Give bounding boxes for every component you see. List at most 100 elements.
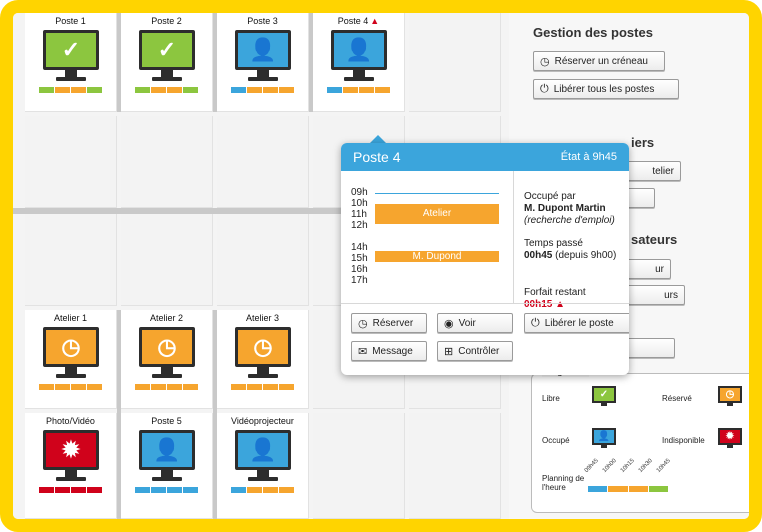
occupied-by-label: Occupé par	[524, 191, 576, 202]
planning-segment	[327, 87, 342, 93]
popup-title: Poste 4	[353, 149, 401, 165]
users-button[interactable]: urs	[625, 285, 685, 305]
control-button[interactable]: ⊞ Contrôler	[437, 341, 513, 361]
legend-planning-bar	[588, 486, 668, 492]
station-poste-5[interactable]: Poste 5 👤	[121, 413, 213, 519]
planning-segment	[343, 87, 358, 93]
monitor-stand	[601, 403, 607, 406]
mail-icon: ✉	[358, 345, 368, 358]
station-videoprojecteur[interactable]: Vidéoprojecteur 👤	[217, 413, 309, 519]
planning-segment	[263, 87, 278, 93]
monitor-base	[344, 77, 374, 81]
remaining-label: Forfait restant	[524, 287, 586, 298]
station-label: Atelier 3	[217, 313, 308, 323]
free-all-label: Libérer tous les postes	[553, 83, 655, 95]
planning-segment	[167, 487, 182, 493]
planning-segment	[39, 487, 54, 493]
monitor-screen: 👤	[235, 430, 291, 470]
planning-segment	[263, 384, 278, 390]
clock-icon: ◷	[358, 317, 368, 330]
station-poste-1[interactable]: Poste 1 ✓	[25, 13, 117, 112]
free-station-button[interactable]: ⏻ Libérer le poste	[524, 313, 629, 333]
control-button-label: Contrôler	[458, 345, 500, 357]
planning-segment	[167, 384, 182, 390]
slot-dupond[interactable]: M. Dupond	[375, 251, 499, 262]
hour-label: 11h	[351, 209, 367, 220]
station-poste-3[interactable]: Poste 3 👤	[217, 13, 309, 112]
planning-segment	[135, 87, 150, 93]
monitor-stand	[65, 70, 77, 77]
station-name: Poste 2	[151, 16, 182, 26]
planning-segment	[71, 384, 86, 390]
monitor-screen: ✹	[43, 430, 99, 470]
planning-segment	[279, 487, 294, 493]
planning-segment	[151, 87, 166, 93]
monitor-stand	[65, 367, 77, 374]
hour-planning-bar	[327, 87, 391, 93]
schedule-hours: 09h 10h 11h 12h 14h 15h 16h 17h	[351, 187, 368, 286]
hour-planning-bar	[135, 487, 199, 493]
message-button-label: Message	[372, 345, 413, 357]
user-button[interactable]: ur	[625, 259, 671, 279]
planning-segment	[151, 384, 166, 390]
empty-slot	[25, 116, 117, 208]
monitor-base	[248, 77, 278, 81]
hidden-button[interactable]	[625, 338, 675, 358]
station-name: Poste 4	[337, 16, 369, 26]
time-spent-label: Temps passé	[524, 238, 583, 249]
monitor-stand	[161, 367, 173, 374]
station-name: Atelier 1	[53, 313, 88, 323]
user-icon: 👤	[592, 428, 616, 445]
planning-segment	[375, 87, 390, 93]
station-atelier-1[interactable]: Atelier 1 ◷	[25, 310, 117, 409]
legend-time-label: 10h15	[619, 457, 636, 474]
time-spent-since: (depuis 9h00)	[555, 250, 617, 261]
free-all-button[interactable]: ⏻ Libérer tous les postes	[533, 79, 679, 99]
planning-segment	[231, 87, 246, 93]
monitor-base	[152, 374, 182, 378]
monitor-stand	[257, 470, 269, 477]
warning-icon: ▲	[370, 16, 380, 26]
station-photo-video[interactable]: Photo/Vidéo ✹	[25, 413, 117, 519]
station-poste-2[interactable]: Poste 2 ✓	[121, 13, 213, 112]
hour-planning-bar	[135, 384, 199, 390]
hour-label: 17h	[351, 275, 368, 286]
station-atelier-3[interactable]: Atelier 3 ◷	[217, 310, 309, 409]
station-poste-4[interactable]: Poste 4 ▲ 👤	[313, 13, 405, 112]
empty-slot	[217, 116, 309, 208]
check-icon: ✓	[61, 37, 81, 62]
app-frame: Poste 1 ✓ Poste 2 ✓ Poste 3 👤 Poste 4 ▲ 👤 Ate…	[0, 0, 762, 532]
power-icon: ⏻	[540, 82, 549, 95]
atelier-button[interactable]: telier	[625, 161, 681, 181]
planning-segment	[87, 487, 102, 493]
legend-reserve-label: Réservé	[662, 394, 692, 403]
slot-atelier[interactable]: Atelier	[375, 204, 499, 224]
hour-planning-bar	[39, 87, 103, 93]
monitor-stand	[601, 445, 607, 448]
monitor-base	[152, 477, 182, 481]
message-button[interactable]: ✉ Message	[351, 341, 427, 361]
hour-label: 14h	[351, 242, 368, 253]
view-button[interactable]: ◉ Voir	[437, 313, 513, 333]
reserve-slot-label: Réserver un créneau	[554, 55, 648, 67]
atelier-button-2[interactable]	[625, 188, 655, 208]
popup-header: Poste 4 État à 9h45	[341, 143, 629, 171]
popup-divider	[513, 171, 514, 303]
planning-segment	[71, 87, 86, 93]
reserve-button[interactable]: ◷ Réserver	[351, 313, 427, 333]
atelier-button-label: telier	[652, 165, 674, 177]
reserve-slot-button[interactable]: ◷ Réserver un créneau	[533, 51, 665, 71]
station-atelier-2[interactable]: Atelier 2 ◷	[121, 310, 213, 409]
grid-divider	[213, 13, 217, 112]
monitor-stand	[161, 70, 173, 77]
planning-segment	[263, 487, 278, 493]
monitor-screen: 👤	[139, 430, 195, 470]
user-button-label: ur	[655, 263, 664, 275]
station-label: Vidéoprojecteur	[217, 416, 308, 426]
legend-occupe-label: Occupé	[542, 436, 570, 445]
hour-planning-bar	[231, 384, 295, 390]
remaining: 00h15 ▲	[524, 299, 565, 310]
planning-segment	[247, 487, 262, 493]
monitor-base	[248, 477, 278, 481]
legend-times: 09h45 10h00 10h15 10h30 10h45	[584, 458, 708, 482]
